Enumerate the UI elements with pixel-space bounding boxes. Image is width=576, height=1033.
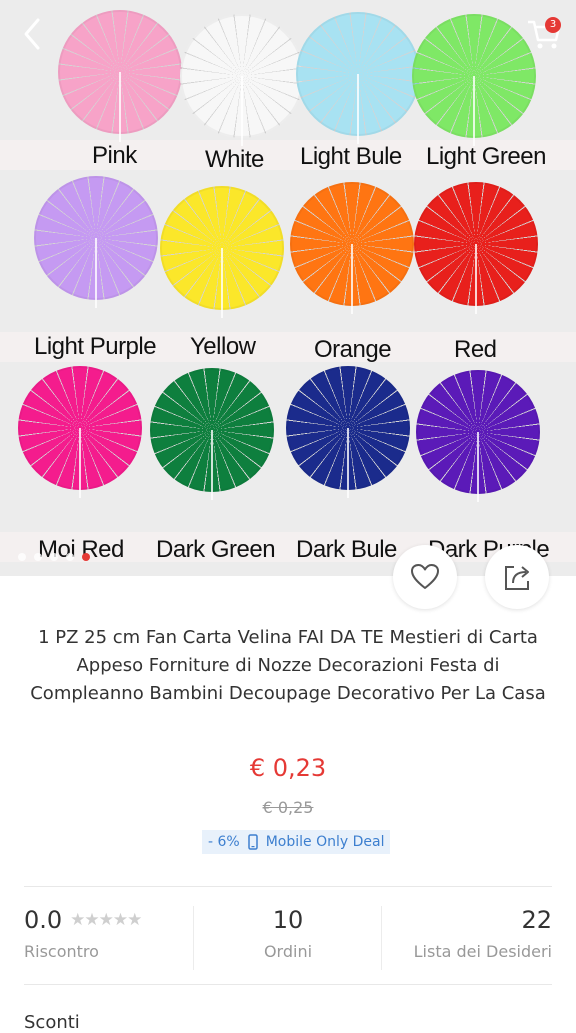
paper-fan-swatch xyxy=(412,14,536,146)
original-price: € 0,25 xyxy=(262,798,314,817)
color-label: Orange xyxy=(314,336,392,363)
color-label: Red xyxy=(454,336,497,363)
paper-fan-swatch xyxy=(150,368,274,500)
chevron-left-icon[interactable] xyxy=(14,14,54,54)
fan-string xyxy=(351,244,353,314)
pagination-dot[interactable] xyxy=(82,553,90,561)
fan-string xyxy=(79,428,81,498)
paper-fan-swatch xyxy=(34,176,158,308)
pagination-dot[interactable] xyxy=(18,553,26,561)
mobile-deal-badge: - 6% Mobile Only Deal xyxy=(202,830,391,854)
share-icon xyxy=(505,566,529,590)
product-image-gallery[interactable]: Pink White Light Bule Light Green Light Purp… xyxy=(0,0,576,576)
paper-fan-swatch xyxy=(286,366,410,498)
pagination-dot[interactable] xyxy=(34,553,42,561)
color-label: Yellow xyxy=(190,333,256,360)
discount-percent: - 6% xyxy=(208,834,240,850)
fan-string xyxy=(221,248,223,318)
color-label: Dark Bule xyxy=(296,536,397,563)
wishlist-label: Lista dei Desideri xyxy=(413,942,552,961)
paper-fan-swatch xyxy=(414,182,538,314)
wishlist-button[interactable] xyxy=(393,545,457,609)
mobile-phone-icon xyxy=(247,834,258,850)
fan-string xyxy=(473,76,475,146)
paper-fan-swatch xyxy=(180,14,304,146)
share-button[interactable] xyxy=(485,545,549,609)
rating-value: 0.0 xyxy=(24,906,63,934)
fan-string xyxy=(357,74,359,144)
fan-string xyxy=(347,428,349,498)
cart-count-badge: 3 xyxy=(545,17,561,33)
gallery-pagination[interactable] xyxy=(18,546,98,565)
discounts-section-title[interactable]: Sconti xyxy=(24,1012,80,1033)
fan-string xyxy=(211,430,213,500)
pagination-dot[interactable] xyxy=(50,553,58,561)
fan-string xyxy=(95,238,97,308)
paper-fan-swatch xyxy=(58,10,182,142)
wishlist-count: 22 xyxy=(521,906,552,934)
paper-fan-swatch xyxy=(290,182,414,314)
rating-label: Riscontro xyxy=(24,942,99,961)
color-label: Dark Green xyxy=(156,536,276,563)
product-price: € 0,23 xyxy=(249,754,327,782)
orders-label: Ordini xyxy=(263,942,313,961)
heart-icon xyxy=(411,564,439,589)
color-label: Light Bule xyxy=(300,143,402,170)
paper-fan-swatch xyxy=(160,186,284,318)
orders-stat[interactable]: 10 Ordini xyxy=(194,906,382,961)
fan-string xyxy=(477,432,479,502)
fan-string xyxy=(475,244,477,314)
paper-fan-swatch xyxy=(296,12,420,144)
orders-value: 10 xyxy=(272,906,304,934)
color-label: Light Purple xyxy=(34,333,157,360)
deal-label: Mobile Only Deal xyxy=(265,834,385,850)
product-title: 1 PZ 25 cm Fan Carta Velina FAI DA TE Me… xyxy=(30,627,546,704)
rating-stars: ★★★★★ xyxy=(70,910,142,930)
divider xyxy=(24,886,552,887)
color-label: Pink xyxy=(92,142,137,169)
paper-fan-swatch xyxy=(416,370,540,502)
paper-fan-swatch xyxy=(18,366,142,498)
wishlist-stat[interactable]: 22 Lista dei Desideri xyxy=(382,906,552,961)
color-label: Light Green xyxy=(426,143,546,170)
pagination-dot[interactable] xyxy=(66,553,74,561)
fan-string xyxy=(119,72,121,142)
divider xyxy=(24,984,552,985)
fan-string xyxy=(241,76,243,146)
color-label: White xyxy=(205,146,264,173)
rating-stat[interactable]: 0.0 ★★★★★ Riscontro xyxy=(24,906,142,961)
